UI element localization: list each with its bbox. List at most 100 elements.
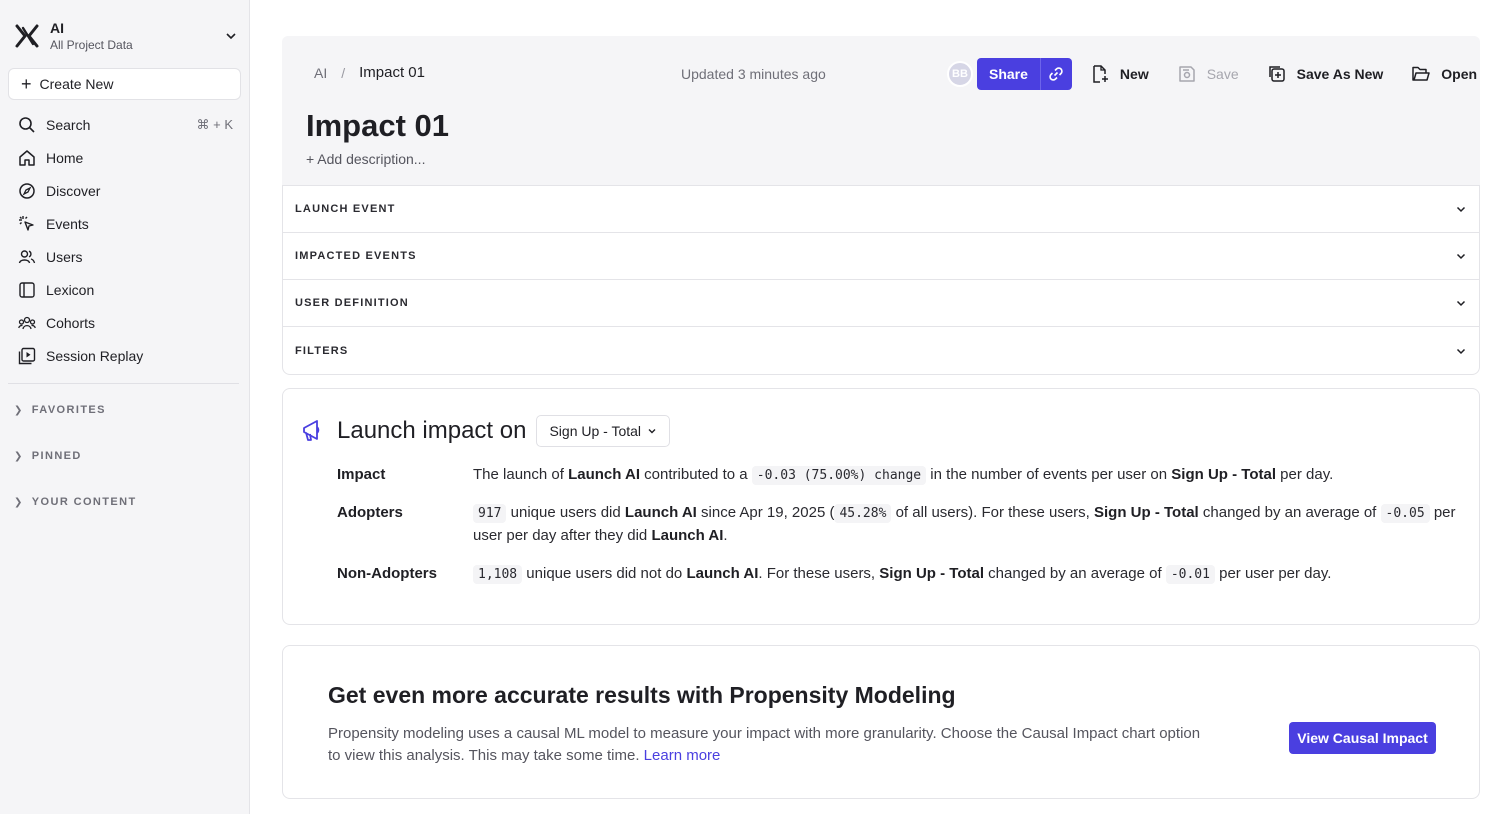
new-file-icon <box>1093 65 1108 83</box>
sidebar-item-events[interactable]: Events <box>8 207 241 240</box>
open-button[interactable]: Open <box>1411 64 1477 84</box>
section-filters[interactable]: FILTERS <box>283 327 1479 374</box>
chevron-down-icon <box>1456 206 1466 213</box>
share-button[interactable]: Share <box>977 58 1040 90</box>
breadcrumb-separator: / <box>341 64 346 81</box>
avatar[interactable]: BB <box>947 61 973 87</box>
propensity-title: Get even more accurate results with Prop… <box>328 682 956 708</box>
chevron-down-icon <box>1456 300 1466 307</box>
search-icon <box>19 116 35 133</box>
save-as-new-button[interactable]: Save As New <box>1267 64 1384 84</box>
section-label: YOUR CONTENT <box>31 496 137 508</box>
section-label: FILTERS <box>295 344 349 357</box>
sidebar-item-label: Events <box>46 215 89 232</box>
create-new-button[interactable]: + Create New <box>8 68 241 100</box>
sidebar-item-label: Lexicon <box>46 281 95 298</box>
propensity-card: Get even more accurate results with Prop… <box>282 645 1480 799</box>
sidebar-item-session-replay[interactable]: Session Replay <box>8 339 241 372</box>
compass-icon <box>19 182 35 199</box>
chevron-down-icon <box>1456 253 1466 260</box>
updated-timestamp: Updated 3 minutes ago <box>681 66 826 82</box>
toolbar: BB Share New Save Save As New Open <box>947 58 1477 90</box>
project-name: AI <box>50 20 64 36</box>
add-description-link[interactable]: + Add description... <box>306 151 425 167</box>
breadcrumb: AI / Impact 01 <box>314 64 425 81</box>
breadcrumb-current: Impact 01 <box>359 64 425 81</box>
sidebar-nav: Search ⌘ + K Home Discover Events Users … <box>8 108 241 372</box>
replay-icon <box>18 347 36 364</box>
sidebar-item-label: Users <box>46 248 83 265</box>
save-as-new-label: Save As New <box>1296 66 1384 82</box>
megaphone-icon <box>303 420 320 441</box>
cohorts-icon <box>18 316 36 329</box>
sidebar-item-label: Home <box>46 149 84 166</box>
sidebar-item-discover[interactable]: Discover <box>8 174 241 207</box>
home-icon <box>19 149 35 166</box>
sidebar-section-your-content[interactable]: ❯ YOUR CONTENT <box>14 494 137 510</box>
row-text: The launch of Launch AI contributed to a… <box>473 466 1334 485</box>
chevron-right-icon: ❯ <box>14 404 24 416</box>
section-launch-event[interactable]: LAUNCH EVENT <box>283 186 1479 233</box>
sidebar-item-home[interactable]: Home <box>8 141 241 174</box>
chevron-right-icon: ❯ <box>14 496 24 508</box>
launch-impact-card: Launch impact on Sign Up - Total Impact … <box>282 388 1480 625</box>
propensity-description: Propensity modeling uses a causal ML mod… <box>328 725 1201 764</box>
sidebar-item-label: Session Replay <box>46 347 144 364</box>
link-icon <box>1049 67 1064 81</box>
row-label: Non-Adopters <box>337 565 437 582</box>
section-impacted-events[interactable]: IMPACTED EVENTS <box>283 233 1479 280</box>
new-label: New <box>1119 66 1149 82</box>
copy-link-button[interactable] <box>1039 58 1072 90</box>
project-data-scope: All Project Data <box>50 38 133 52</box>
sidebar-item-label: Discover <box>46 182 101 199</box>
create-new-label: Create New <box>39 76 114 92</box>
project-switcher[interactable]: AI All Project Data <box>14 16 238 56</box>
view-causal-impact-button[interactable]: View Causal Impact <box>1289 722 1436 754</box>
chevron-right-icon: ❯ <box>14 450 24 462</box>
save-button[interactable]: Save <box>1177 64 1239 84</box>
metric-selected: Sign Up - Total <box>549 423 642 439</box>
metric-dropdown[interactable]: Sign Up - Total <box>536 415 671 447</box>
book-icon <box>19 281 35 298</box>
sidebar-section-pinned[interactable]: ❯ PINNED <box>14 448 82 464</box>
section-user-definition[interactable]: USER DEFINITION <box>283 280 1479 327</box>
learn-more-link[interactable]: Learn more <box>644 747 721 764</box>
sidebar-item-search[interactable]: Search ⌘ + K <box>8 108 241 141</box>
section-label: LAUNCH EVENT <box>295 203 396 215</box>
row-label: Impact <box>337 466 386 483</box>
section-label: USER DEFINITION <box>295 297 409 309</box>
section-label: FAVORITES <box>31 404 106 416</box>
row-text: 1,108 unique users did not do Launch AI.… <box>473 563 1457 586</box>
chevron-down-icon <box>1456 348 1466 354</box>
impact-title: Launch impact on <box>337 417 527 444</box>
save-copy-icon <box>1268 66 1285 82</box>
save-icon <box>1178 66 1195 82</box>
sidebar-item-users[interactable]: Users <box>8 240 241 273</box>
breadcrumb-root[interactable]: AI <box>314 65 327 81</box>
sidebar: AI All Project Data + Create New Search … <box>0 0 250 814</box>
open-label: Open <box>1441 66 1478 82</box>
sidebar-section-favorites[interactable]: ❯ FAVORITES <box>14 402 106 418</box>
adopters-row: Adopters 917 unique users did Launch AI … <box>337 502 1457 547</box>
chevron-down-icon <box>226 33 236 40</box>
impact-row: Impact The launch of Launch AI contribut… <box>337 464 1457 487</box>
save-label: Save <box>1206 66 1239 82</box>
sidebar-divider <box>8 383 239 384</box>
row-text: 917 unique users did Launch AI since Apr… <box>473 504 1456 544</box>
mixpanel-logo-icon <box>15 24 39 48</box>
sidebar-item-label: Cohorts <box>46 314 96 331</box>
sidebar-item-label: Search <box>46 116 91 133</box>
section-label: IMPACTED EVENTS <box>295 250 417 262</box>
folder-open-icon <box>1412 66 1431 81</box>
page-title[interactable]: Impact 01 <box>306 108 449 144</box>
click-pointer-icon <box>19 215 34 231</box>
sidebar-item-cohorts[interactable]: Cohorts <box>8 306 241 339</box>
plus-icon: + <box>21 74 32 94</box>
new-button[interactable]: New <box>1090 64 1149 84</box>
sidebar-item-lexicon[interactable]: Lexicon <box>8 273 241 306</box>
search-shortcut: ⌘ + K <box>196 116 234 132</box>
users-icon <box>18 249 36 263</box>
row-label: Adopters <box>337 504 403 521</box>
section-label: PINNED <box>31 450 82 462</box>
non-adopters-row: Non-Adopters 1,108 unique users did not … <box>337 563 1457 586</box>
